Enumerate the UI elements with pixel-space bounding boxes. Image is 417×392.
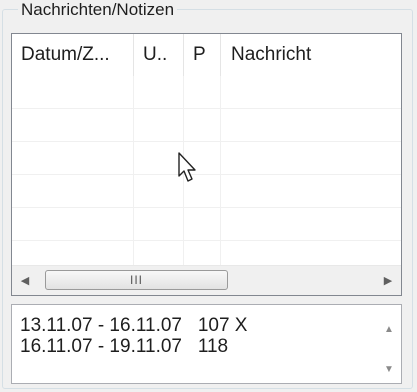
- notes-text: 13.11.07 - 16.11.07 107 X 16.11.07 - 19.…: [20, 315, 247, 357]
- notes-textbox[interactable]: 13.11.07 - 16.11.07 107 X 16.11.07 - 19.…: [11, 304, 402, 384]
- column-header-priority[interactable]: P: [184, 34, 221, 76]
- table-row[interactable]: [12, 208, 401, 241]
- table-row[interactable]: [12, 142, 401, 175]
- table-row[interactable]: [12, 76, 401, 109]
- table-row[interactable]: [12, 175, 401, 208]
- thumb-grip: III: [129, 273, 143, 287]
- notes-line: 16.11.07 - 19.11.07 118: [20, 336, 229, 357]
- scroll-down-icon[interactable]: ▼: [377, 357, 401, 381]
- column-header-message[interactable]: Nachricht: [221, 34, 401, 76]
- table-row[interactable]: [12, 109, 401, 142]
- list-header: Datum/Z... U.. P Nachricht: [12, 34, 401, 76]
- mouse-pointer-icon: [178, 152, 196, 182]
- vertical-scrollbar[interactable]: ▲ ▼: [377, 305, 401, 383]
- column-header-user[interactable]: U..: [134, 34, 184, 76]
- group-title: Nachrichten/Notizen: [18, 0, 178, 20]
- notes-line: 13.11.07 - 16.11.07 107 X: [20, 315, 248, 336]
- scroll-left-icon[interactable]: ◀: [12, 266, 38, 295]
- scroll-right-icon[interactable]: ▶: [375, 266, 401, 295]
- scroll-up-icon[interactable]: ▲: [377, 317, 401, 341]
- horizontal-scrollbar[interactable]: ◀ III ▶: [12, 265, 401, 295]
- list-rows: [12, 76, 401, 274]
- column-header-date[interactable]: Datum/Z...: [12, 34, 134, 76]
- scrollbar-thumb[interactable]: III: [45, 270, 228, 290]
- messages-list[interactable]: Datum/Z... U.. P Nachricht ◀ III ▶: [11, 33, 402, 296]
